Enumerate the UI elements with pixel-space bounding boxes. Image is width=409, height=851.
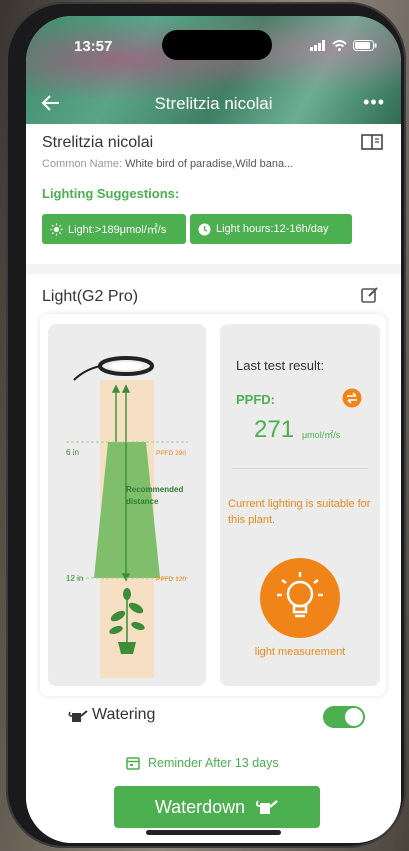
book-icon[interactable] — [361, 134, 383, 155]
top-nav: Strelitzia nicolai ••• — [26, 88, 401, 122]
light-card: 6 in PPFD 290 Recommended distance 12 in… — [40, 314, 386, 696]
status-icons — [310, 40, 377, 51]
distance-diagram: 6 in PPFD 290 Recommended distance 12 in… — [48, 324, 206, 686]
recommended-label-2: distance — [126, 497, 159, 506]
light-measurement-button[interactable] — [260, 558, 340, 638]
ppfd-label: PPFD: — [236, 392, 275, 407]
recommended-label-1: Recommended — [126, 485, 183, 494]
common-name: Common Name: White bird of paradise,Wild… — [42, 158, 293, 170]
swap-icon[interactable] — [342, 388, 362, 413]
plant-name: Strelitzia nicolai — [42, 134, 154, 151]
test-result-panel: Last test result: PPFD: 271 μmol/㎡/s Cur… — [220, 324, 380, 686]
light-measurement-label[interactable]: light measurement — [220, 646, 380, 658]
waterdown-label: Waterdown — [154, 796, 246, 817]
watering-can-icon — [68, 710, 88, 722]
near-distance-label: 6 in — [66, 448, 79, 457]
calendar-icon — [126, 757, 140, 770]
far-distance-label: 12 in — [66, 574, 83, 583]
lighting-suggestions-title: Lighting Suggestions: — [42, 186, 180, 201]
device-title: Light(G2 Pro) — [42, 288, 139, 305]
watering-reminder: Reminder After 13 days — [126, 756, 279, 770]
wifi-icon — [332, 40, 347, 51]
ppfd-value: 271 — [254, 416, 295, 443]
bulb-icon — [277, 572, 323, 618]
common-name-label: Common Name: — [42, 158, 123, 170]
light-hours-chip: Light hours:12-16h/day — [190, 214, 352, 244]
common-name-value: White bird of paradise,Wild bana... — [125, 158, 294, 170]
lamp-icon — [73, 356, 154, 381]
dynamic-island — [162, 30, 272, 60]
watering-row: Watering — [26, 696, 401, 736]
light-intensity-chip: Light:>189μmol/㎡/s — [42, 214, 186, 244]
watering-toggle[interactable] — [323, 706, 365, 728]
sun-icon — [50, 223, 63, 235]
light-hours-text: Light hours:12-16h/day — [216, 223, 329, 235]
watering-label: Watering — [92, 706, 156, 723]
home-indicator[interactable] — [146, 830, 281, 835]
more-icon[interactable]: ••• — [363, 92, 385, 113]
near-ppfd-label: PPFD 290 — [156, 450, 186, 457]
suitability-message: Current lighting is suitable for this pl… — [228, 498, 371, 526]
status-time: 13:57 — [74, 38, 113, 55]
light-intensity-text: Light:>189μmol/㎡/s — [68, 224, 167, 236]
waterdown-button[interactable]: Waterdown — [114, 786, 320, 828]
result-divider — [232, 468, 368, 469]
reminder-text: Reminder After 13 days — [148, 756, 279, 770]
battery-icon — [353, 40, 377, 51]
page-title: Strelitzia nicolai — [154, 94, 273, 113]
app-screen: 13:57 Strelitzia nicolai ••• Strelitzia … — [26, 16, 401, 843]
clock-icon — [198, 223, 211, 235]
phone-frame: 13:57 Strelitzia nicolai ••• Strelitzia … — [6, 2, 406, 848]
watering-can-icon — [256, 800, 278, 814]
far-ppfd-label: PPFD 120 — [156, 576, 186, 583]
main-content: Strelitzia nicolai Common Name: White bi… — [26, 124, 401, 843]
last-test-label: Last test result: — [236, 358, 325, 373]
section-divider — [26, 264, 401, 274]
edit-icon[interactable] — [361, 286, 379, 309]
toggle-knob — [345, 708, 363, 726]
signal-icon — [310, 40, 325, 51]
distance-diagram-svg: 6 in PPFD 290 Recommended distance 12 in… — [66, 356, 188, 678]
ppfd-unit: μmol/㎡/s — [302, 430, 341, 440]
